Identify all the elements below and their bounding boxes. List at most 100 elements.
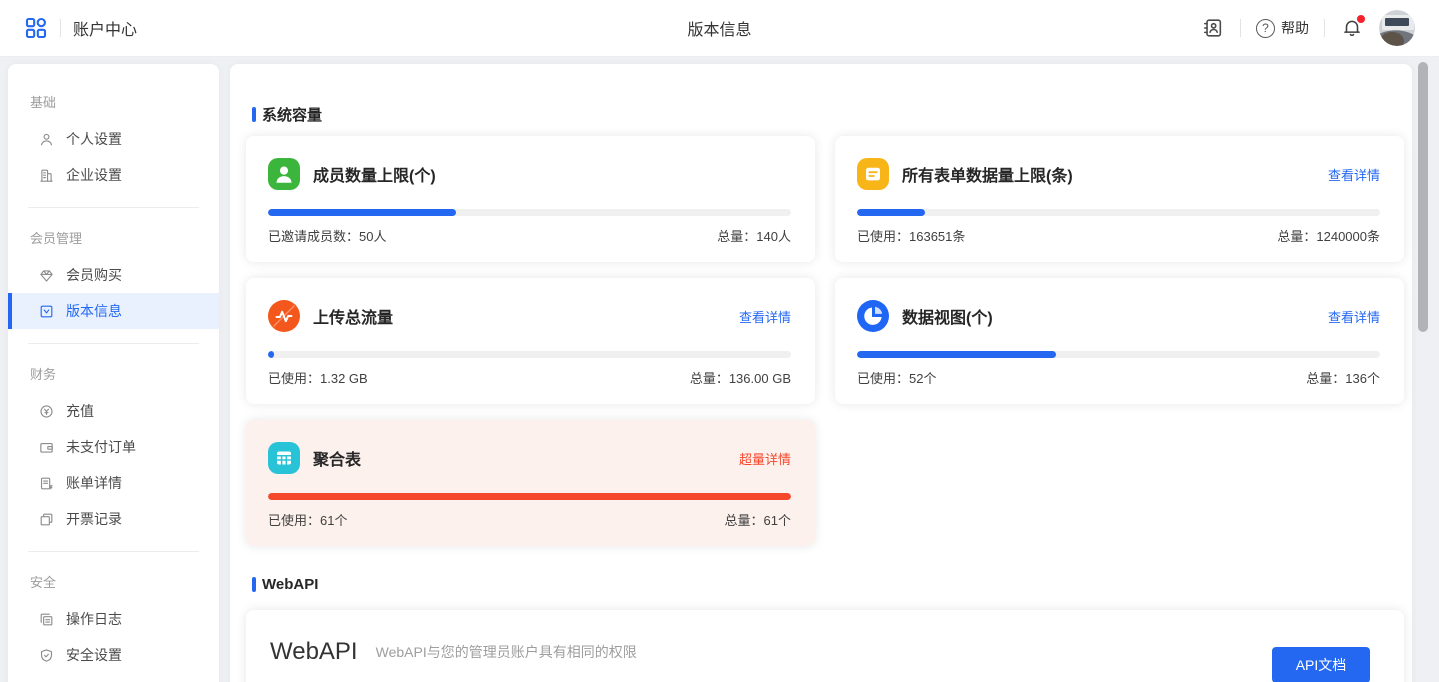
- sidebar-item-label: 未支付订单: [66, 437, 136, 457]
- total-label: 总量：61个: [725, 510, 791, 529]
- card-link[interactable]: 超量详情: [739, 449, 791, 468]
- header-right: ? 帮助: [1201, 10, 1415, 46]
- card-link[interactable]: 查看详情: [739, 307, 791, 326]
- sidebar-item-label: 开票记录: [66, 509, 122, 529]
- capacity-card-form-data: 所有表单数据量上限(条) 查看详情 已使用：163651条 总量：1240000…: [835, 136, 1404, 262]
- coin-yuan-icon: [38, 403, 55, 420]
- help-button[interactable]: ? 帮助: [1256, 18, 1309, 38]
- building-icon: [38, 167, 55, 184]
- apps-grid-icon[interactable]: [24, 16, 48, 40]
- bill-icon: [38, 475, 55, 492]
- data-view-icon: [857, 300, 889, 332]
- sidebar-item-enterprise-settings[interactable]: 企业设置: [8, 157, 219, 193]
- sidebar-item-bill-details[interactable]: 账单详情: [8, 465, 219, 501]
- user-avatar[interactable]: [1379, 10, 1415, 46]
- card-title: 聚合表: [313, 446, 361, 470]
- sidebar-item-unpaid-orders[interactable]: 未支付订单: [8, 429, 219, 465]
- sidebar-item-personal-settings[interactable]: 个人设置: [8, 121, 219, 157]
- progress-track: [268, 351, 791, 358]
- sidebar-section-security: 安全: [8, 552, 219, 601]
- sidebar-item-label: 账单详情: [66, 473, 122, 493]
- sidebar-section-finance: 财务: [8, 344, 219, 393]
- capacity-card-members: 成员数量上限(个) 已邀请成员数：50人 总量：140人: [246, 136, 815, 262]
- capacity-section-header: 系统容量: [252, 106, 1404, 122]
- version-icon: [38, 303, 55, 320]
- card-title: 数据视图(个): [902, 304, 993, 328]
- shield-check-icon: [38, 647, 55, 664]
- card-link[interactable]: 查看详情: [1328, 307, 1380, 326]
- sidebar-item-operation-logs[interactable]: 操作日志: [8, 601, 219, 637]
- notification-bell-icon[interactable]: [1340, 16, 1364, 40]
- sidebar-item-label: 企业设置: [66, 165, 122, 185]
- section-accent-bar: [252, 577, 256, 592]
- help-label: 帮助: [1281, 18, 1309, 38]
- header-divider: [1240, 19, 1241, 37]
- header-left: 账户中心: [24, 16, 137, 40]
- main-content: 系统容量 成员数量上限(个) 已邀请成员数：50人 总量：140人: [230, 64, 1412, 682]
- progress-track: [857, 209, 1380, 216]
- card-title: 上传总流量: [313, 304, 393, 328]
- sidebar-item-security-policy[interactable]: 安全策略: [8, 673, 219, 682]
- api-docs-button[interactable]: API文档: [1272, 647, 1370, 682]
- sidebar-item-version-info[interactable]: 版本信息: [8, 293, 219, 329]
- sidebar-item-invoice-records[interactable]: 开票记录: [8, 501, 219, 537]
- capacity-card-upload-traffic: 上传总流量 查看详情 已使用：1.32 GB 总量：136.00 GB: [246, 278, 815, 404]
- webapi-info: WebAPI WebAPI与您的管理员账户具有相同的权限: [270, 638, 637, 666]
- section-accent-bar: [252, 107, 256, 122]
- capacity-card-aggregate-tables: 聚合表 超量详情 已使用：61个 总量：61个: [246, 420, 815, 546]
- vertical-scrollbar-thumb[interactable]: [1418, 62, 1428, 332]
- sidebar-item-label: 个人设置: [66, 129, 122, 149]
- user-icon: [38, 131, 55, 148]
- form-data-icon: [857, 158, 889, 190]
- help-icon: ?: [1256, 19, 1275, 38]
- diamond-icon: [38, 267, 55, 284]
- members-icon: [268, 158, 300, 190]
- progress-fill: [268, 351, 274, 358]
- contact-book-icon[interactable]: [1201, 16, 1225, 40]
- webapi-section-title: WebAPI: [262, 576, 318, 593]
- used-label: 已使用：163651条: [857, 226, 965, 245]
- log-copy-icon: [38, 611, 55, 628]
- capacity-section-title: 系统容量: [262, 104, 322, 125]
- capacity-card-data-views: 数据视图(个) 查看详情 已使用：52个 总量：136个: [835, 278, 1404, 404]
- sidebar-item-security-settings[interactable]: 安全设置: [8, 637, 219, 673]
- sidebar: 基础 个人设置 企业设置 会员管理 会员购买 版本信息 财务 充值 未支付订单 …: [8, 64, 219, 682]
- used-label: 已邀请成员数：50人: [268, 226, 386, 245]
- sidebar-item-recharge[interactable]: 充值: [8, 393, 219, 429]
- webapi-description: WebAPI与您的管理员账户具有相同的权限: [376, 642, 637, 662]
- progress-track: [857, 351, 1380, 358]
- sidebar-section-basics: 基础: [8, 72, 219, 121]
- card-link[interactable]: 查看详情: [1328, 165, 1380, 184]
- invoice-icon: [38, 511, 55, 528]
- progress-fill: [857, 209, 925, 216]
- header-divider: [1324, 19, 1325, 37]
- sidebar-item-label: 安全设置: [66, 645, 122, 665]
- progress-fill: [268, 209, 456, 216]
- total-label: 总量：1240000条: [1277, 226, 1380, 245]
- sidebar-item-label: 会员购买: [66, 265, 122, 285]
- total-label: 总量：140人: [717, 226, 791, 245]
- aggregate-table-icon: [268, 442, 300, 474]
- progress-fill: [268, 493, 791, 500]
- progress-fill: [857, 351, 1056, 358]
- header-divider: [60, 19, 61, 37]
- webapi-section-header: WebAPI: [252, 576, 1404, 592]
- webapi-card: WebAPI WebAPI与您的管理员账户具有相同的权限 API文档: [246, 610, 1404, 682]
- used-label: 已使用：1.32 GB: [268, 368, 368, 387]
- total-label: 总量：136.00 GB: [690, 368, 791, 387]
- progress-track: [268, 209, 791, 216]
- sidebar-item-label: 版本信息: [66, 301, 122, 321]
- used-label: 已使用：61个: [268, 510, 347, 529]
- webapi-title: WebAPI: [270, 638, 358, 666]
- wallet-icon: [38, 439, 55, 456]
- total-label: 总量：136个: [1306, 368, 1380, 387]
- page-title: 版本信息: [687, 16, 751, 40]
- progress-track: [268, 493, 791, 500]
- upload-traffic-icon: [268, 300, 300, 332]
- sidebar-item-label: 充值: [66, 401, 94, 421]
- app-title: 账户中心: [73, 16, 137, 40]
- top-header: 账户中心 版本信息 ? 帮助: [0, 0, 1439, 57]
- card-title: 成员数量上限(个): [313, 162, 436, 186]
- used-label: 已使用：52个: [857, 368, 936, 387]
- sidebar-item-member-purchase[interactable]: 会员购买: [8, 257, 219, 293]
